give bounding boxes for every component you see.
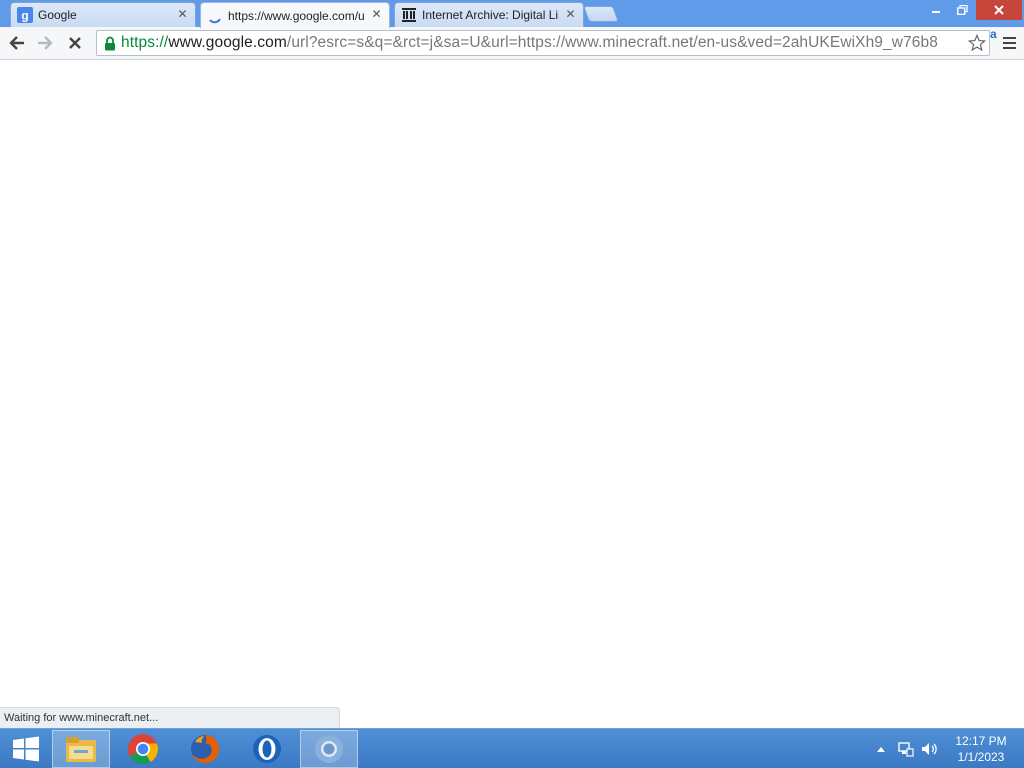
hamburger-line [1002, 47, 1016, 49]
windows-taskbar: 12:17 PM 1/1/2023 [0, 728, 1024, 768]
status-bubble: Waiting for www.minecraft.net... [0, 707, 340, 728]
browser-titlebar: g Google ✕ https://www.google.com/url? ✕… [0, 0, 1024, 28]
taskbar-firefox[interactable] [176, 730, 234, 768]
tab-internet-archive[interactable]: Internet Archive: Digital Library ✕ [394, 2, 584, 27]
url-path: /url?esrc=s&q=&rct=j&sa=U&url=https://ww… [286, 34, 938, 51]
start-button[interactable] [6, 735, 46, 763]
back-button[interactable] [4, 31, 30, 55]
forward-arrow-icon [38, 36, 53, 50]
tab-google[interactable]: g Google ✕ [10, 2, 196, 27]
firefox-icon [191, 734, 220, 763]
file-explorer-icon [66, 737, 96, 762]
stop-x-icon [69, 37, 81, 49]
hamburger-line [1002, 37, 1016, 39]
close-icon [994, 5, 1004, 15]
network-icon [898, 742, 914, 757]
taskbar-chrome[interactable] [114, 730, 172, 768]
address-bar[interactable]: https://www.google.com/url?esrc=s&q=&rct… [96, 30, 990, 56]
new-tab-button[interactable] [583, 6, 619, 22]
taskbar-file-explorer[interactable] [52, 730, 110, 768]
url-scheme: https:// [121, 34, 169, 51]
system-clock[interactable]: 12:17 PM 1/1/2023 [946, 733, 1016, 767]
tab-close-icon[interactable]: ✕ [370, 8, 383, 21]
windows-logo-icon [13, 736, 39, 762]
chrome-window-icon [315, 735, 343, 763]
network-tray-icon[interactable] [896, 729, 916, 768]
taskbar-chrome-window[interactable] [300, 730, 358, 768]
internet-archive-icon [401, 7, 417, 23]
google-g-icon: g [17, 7, 33, 23]
tab-title: Google [38, 8, 77, 22]
tab-title: https://www.google.com/url? [228, 8, 365, 23]
secure-lock-icon[interactable] [99, 31, 121, 55]
tab-title: Internet Archive: Digital Library [422, 8, 559, 22]
taskbar-opera[interactable] [238, 730, 296, 768]
clock-date: 1/1/2023 [957, 750, 1005, 764]
tab-close-icon[interactable]: ✕ [176, 8, 189, 21]
svg-text:g: g [21, 9, 28, 23]
chrome-icon [128, 734, 158, 765]
chrome-menu-button[interactable] [999, 33, 1019, 53]
bookmark-star-icon[interactable] [965, 31, 989, 55]
stop-loading-button[interactable] [62, 31, 88, 55]
minimize-button[interactable] [922, 0, 950, 20]
tab-google-redirect[interactable]: https://www.google.com/url? ✕ [200, 2, 390, 28]
url-host: www.google.com [168, 34, 287, 51]
show-hidden-icons-button[interactable] [874, 729, 888, 768]
chevron-up-icon [877, 747, 885, 752]
tab-close-icon[interactable]: ✕ [564, 8, 577, 21]
hamburger-line [1002, 42, 1016, 44]
restore-button[interactable] [948, 0, 976, 20]
forward-button[interactable] [32, 31, 58, 55]
loading-spinner-icon [207, 8, 223, 24]
minimize-icon [932, 11, 940, 13]
browser-toolbar: https://www.google.com/url?esrc=s&q=&rct… [0, 27, 1024, 60]
speaker-icon [922, 743, 937, 755]
back-arrow-icon [9, 36, 24, 50]
close-window-button[interactable] [976, 0, 1022, 20]
url-text[interactable]: https://www.google.com/url?esrc=s&q=&rct… [121, 34, 965, 52]
page-content-blank [0, 61, 1024, 728]
clock-time: 12:17 PM [955, 734, 1007, 748]
volume-tray-icon[interactable] [920, 729, 940, 768]
opera-icon [253, 735, 281, 763]
restore-icon [956, 5, 968, 15]
